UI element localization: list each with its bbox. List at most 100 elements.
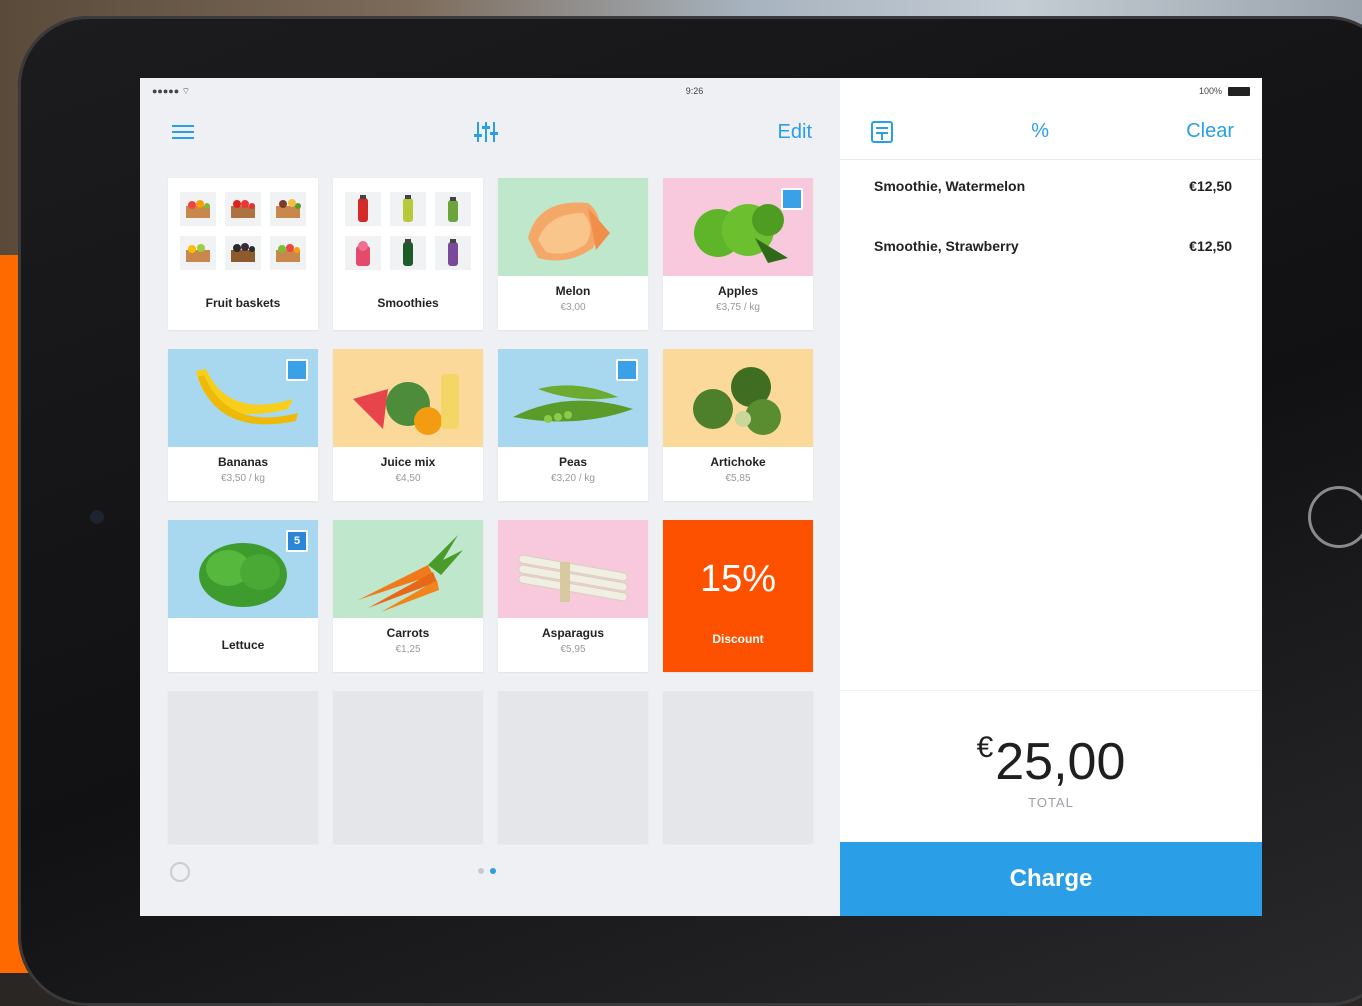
product-bananas[interactable]: Bananas €3,50 / kg [168, 349, 318, 501]
empty-slot[interactable] [333, 691, 483, 843]
category-smoothies[interactable]: Smoothies [333, 178, 483, 330]
basket-thumbnail [270, 192, 306, 226]
basket-thumbnail [270, 236, 306, 270]
product-carrots[interactable]: Carrots €1,25 [333, 520, 483, 672]
product-image [333, 520, 483, 618]
signal-indicator: ●●●●● ⌔ [152, 85, 191, 96]
product-toolbar: Edit [140, 104, 840, 160]
tile-name: Peas [558, 455, 588, 469]
hamburger-menu-icon [172, 125, 194, 139]
product-artichoke[interactable]: Artichoke €5,85 [663, 349, 813, 501]
clear-button[interactable]: Clear [1186, 120, 1234, 143]
tile-name: Smoothies [377, 296, 439, 310]
tile-price: €4,50 [395, 473, 421, 484]
discount-value: 15% [699, 558, 777, 600]
order-line[interactable]: Smoothie, Watermelon €12,50 [840, 178, 1262, 238]
page-indicator [140, 862, 840, 888]
discount-label: Discount [712, 632, 764, 646]
page-dots [478, 868, 496, 874]
menu-button[interactable] [172, 123, 194, 141]
product-image [663, 349, 813, 447]
camera [90, 510, 104, 524]
receipt-button[interactable] [870, 120, 894, 144]
empty-slot[interactable] [168, 691, 318, 843]
home-button[interactable] [1308, 486, 1362, 548]
page-dot[interactable] [478, 868, 484, 874]
variant-badge-icon [616, 359, 638, 381]
product-grid: Fruit baskets Smoothies Melon €3,00 Appl… [168, 178, 813, 843]
sync-icon [170, 862, 190, 882]
filter-button[interactable] [473, 120, 499, 144]
tile-price: €3,20 / kg [551, 473, 595, 484]
category-fruit-baskets[interactable]: Fruit baskets [168, 178, 318, 330]
product-panel: Edit Fruit baskets Smoothies Melon €3,00… [140, 78, 840, 916]
tile-name: Artichoke [710, 455, 766, 469]
tile-name: Lettuce [221, 638, 265, 652]
variant-badge-icon [781, 188, 803, 210]
order-toolbar: % Clear [840, 104, 1262, 160]
tile-name: Melon [555, 284, 591, 298]
tile-name: Carrots [386, 626, 430, 640]
tile-price: €5,85 [725, 473, 751, 484]
status-bar: ●●●●● ⌔ 9:26 100% [140, 78, 1262, 104]
variant-badge-icon [286, 359, 308, 381]
pos-screen: Edit Fruit baskets Smoothies Melon €3,00… [140, 78, 1262, 916]
product-image [333, 349, 483, 447]
empty-slot[interactable] [498, 691, 648, 843]
total-value: 25,00 [995, 733, 1126, 791]
bottle-thumbnail [390, 192, 426, 226]
discount-tile[interactable]: 15% Discount [663, 520, 813, 672]
tile-name: Asparagus [541, 626, 605, 640]
battery-percent: 100% [1198, 86, 1222, 96]
empty-slot[interactable] [663, 691, 813, 843]
product-juice-mix[interactable]: Juice mix €4,50 [333, 349, 483, 501]
product-melon[interactable]: Melon €3,00 [498, 178, 648, 330]
product-image [498, 520, 648, 618]
sliders-icon [473, 122, 498, 142]
currency-symbol: € [976, 731, 994, 764]
tile-price: €1,25 [395, 644, 421, 655]
folder-thumbnails [180, 192, 306, 270]
bottle-thumbnail [435, 236, 471, 270]
status-time: 9:26 [685, 86, 704, 96]
order-item-price: €12,50 [1189, 178, 1232, 194]
product-apples[interactable]: Apples €3,75 / kg [663, 178, 813, 330]
total-amount: €25,00 [840, 731, 1262, 792]
order-line[interactable]: Smoothie, Strawberry €12,50 [840, 238, 1262, 298]
folder-thumbnails [345, 192, 471, 270]
tile-price: €5,95 [560, 644, 586, 655]
product-lettuce[interactable]: 5 Lettuce [168, 520, 318, 672]
tile-name: Apples [717, 284, 758, 298]
page-dot-active[interactable] [490, 868, 496, 874]
total-label: TOTAL [1028, 795, 1074, 810]
basket-thumbnail [225, 236, 261, 270]
total-section: €25,00 TOTAL [840, 690, 1262, 843]
receipt-icon [871, 120, 893, 143]
basket-thumbnail [180, 236, 216, 270]
product-asparagus[interactable]: Asparagus €5,95 [498, 520, 648, 672]
tile-name: Juice mix [380, 455, 436, 469]
order-list: Smoothie, Watermelon €12,50 Smoothie, St… [840, 178, 1262, 298]
bottle-thumbnail [345, 236, 381, 270]
order-item-name: Smoothie, Strawberry [874, 238, 1019, 254]
tile-price: €3,00 [560, 302, 586, 313]
battery-icon [1228, 86, 1250, 96]
tile-price: €3,50 / kg [221, 473, 265, 484]
basket-thumbnail [180, 192, 216, 226]
order-item-price: €12,50 [1189, 238, 1232, 254]
bottle-thumbnail [345, 192, 381, 226]
bottle-thumbnail [390, 236, 426, 270]
tile-price: €3,75 / kg [716, 302, 760, 313]
product-peas[interactable]: Peas €3,20 / kg [498, 349, 648, 501]
count-badge: 5 [286, 530, 308, 552]
tile-name: Fruit baskets [205, 296, 281, 310]
tile-name: Bananas [217, 455, 269, 469]
percent-discount-button[interactable]: % [1031, 120, 1049, 143]
product-image [498, 178, 648, 276]
order-item-name: Smoothie, Watermelon [874, 178, 1026, 194]
order-panel: % Clear Smoothie, Watermelon €12,50 Smoo… [840, 78, 1262, 916]
charge-button[interactable]: Charge [840, 842, 1262, 916]
edit-button[interactable]: Edit [778, 121, 812, 144]
basket-thumbnail [225, 192, 261, 226]
bottle-thumbnail [435, 192, 471, 226]
